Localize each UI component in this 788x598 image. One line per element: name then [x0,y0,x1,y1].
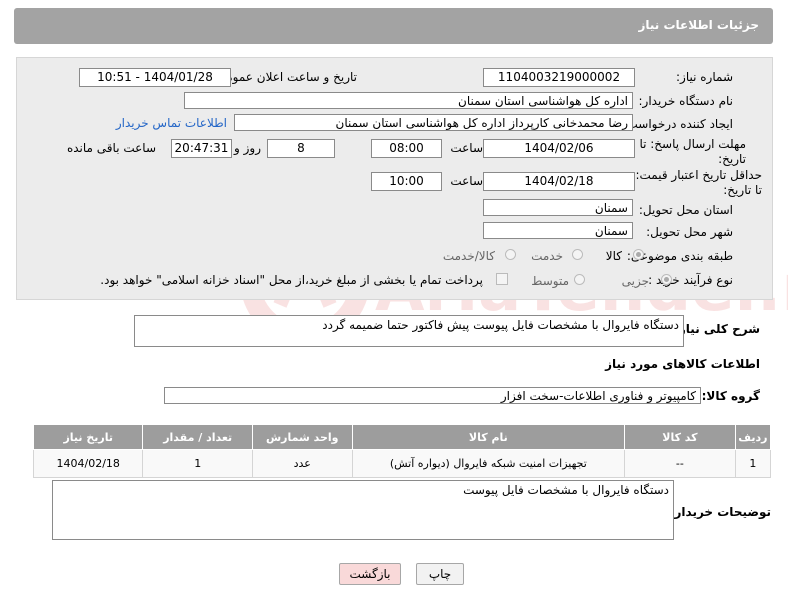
announce-datetime-label: تاریخ و ساعت اعلان عمومی: [212,70,357,84]
col-header-item-code: کد کالا [624,424,736,450]
days-label: روز و [234,141,261,155]
cell-unit: عدد [251,449,353,478]
province-label: استان محل تحویل: [638,203,733,217]
buyer-contact-link[interactable]: اطلاعات تماس خریدار [116,116,227,130]
process-radio-partial[interactable] [661,274,672,285]
validity-time-field: 10:00 [371,172,442,191]
treasury-payment-note: پرداخت تمام یا بخشی از مبلغ خرید،از محل … [100,273,483,287]
col-header-row-number: ردیف [734,424,772,450]
col-header-unit: واحد شمارش [251,424,353,450]
deadline-label: مهلت ارسال پاسخ: تا تاریخ: [639,137,746,166]
col-header-quantity: تعداد / مقدار [142,424,253,450]
deadline-date-field: 1404/02/06 [483,139,635,158]
buyer-org-field: اداره کل هواشناسی استان سمنان [184,92,633,109]
days-field: 8 [267,139,335,158]
cell-need-date: 1404/02/18 [32,449,144,478]
category-option-goods-service: کالا/خدمت [442,249,495,263]
category-option-goods: کالا [605,249,622,263]
general-description-field[interactable]: دستگاه فایروال با مشخصات فایل پیوست پیش … [134,315,684,347]
treasury-payment-checkbox[interactable] [496,273,508,285]
validity-date-field: 1404/02/18 [483,172,635,191]
category-option-service: خدمت [531,249,563,263]
page-title: جزئیات اطلاعات نیاز [638,18,759,32]
process-option-medium: متوسط [531,274,569,288]
province-field: سمنان [483,199,633,216]
cell-row-number: 1 [734,449,772,478]
creator-field: رضا محمدخانی کارپرداز اداره کل هواشناسی … [234,114,633,131]
process-radio-medium[interactable] [574,274,585,285]
validity-time-label: ساعت [450,174,483,188]
validity-label: حداقل تاریخ اعتبار قیمت: تا تاریخ: [635,168,762,197]
category-radio-goods[interactable] [633,249,644,260]
goods-section-title: اطلاعات کالاهای مورد نیاز [605,357,760,371]
category-radio-goods-service[interactable] [505,249,516,260]
page-header: جزئیات اطلاعات نیاز [14,8,773,44]
goods-group-label: گروه کالا: [701,389,760,403]
city-field: سمنان [483,222,633,239]
need-number-field: 1104003219000002 [483,68,635,87]
table-row: 1404/02/18 1 عدد تجهیزات امنیت شبکه فایر… [32,449,772,478]
cell-quantity: 1 [142,449,253,478]
deadline-time-field: 08:00 [371,139,442,158]
cell-item-code: -- [624,449,736,478]
print-button[interactable]: چاپ [416,563,464,585]
goods-table-header-row: تاریخ نیاز تعداد / مقدار واحد شمارش نام … [32,424,772,450]
process-option-partial: جزیی [621,274,649,288]
col-header-item-name: نام کالا [351,424,626,450]
cell-item-name: تجهیزات امنیت شبکه فایروال (دیواره آتش) [351,449,626,478]
general-description-label: شرح کلی نیاز: [674,322,760,336]
announce-datetime-field: 1404/01/28 - 10:51 [79,68,231,87]
col-header-need-date: تاریخ نیاز [32,424,144,450]
buyer-notes-field[interactable]: دستگاه فایروال با مشخصات فایل پیوست [52,480,674,540]
goods-table: تاریخ نیاز تعداد / مقدار واحد شمارش نام … [32,424,772,478]
deadline-time-label: ساعت [450,141,483,155]
creator-label: ایجاد کننده درخواست: [622,117,733,131]
category-radio-service[interactable] [572,249,583,260]
city-label: شهر محل تحویل: [646,225,733,239]
remaining-time-field: 20:47:31 [171,139,232,158]
need-number-label: شماره نیاز: [676,70,733,84]
buyer-notes-label: توضیحات خریدار: [669,505,771,519]
back-button[interactable]: بازگشت [339,563,401,585]
buyer-org-label: نام دستگاه خریدار: [638,94,734,108]
goods-group-field: کامپیوتر و فناوری اطلاعات-سخت افزار [164,387,701,404]
remaining-time-label: ساعت باقی مانده [66,141,156,155]
